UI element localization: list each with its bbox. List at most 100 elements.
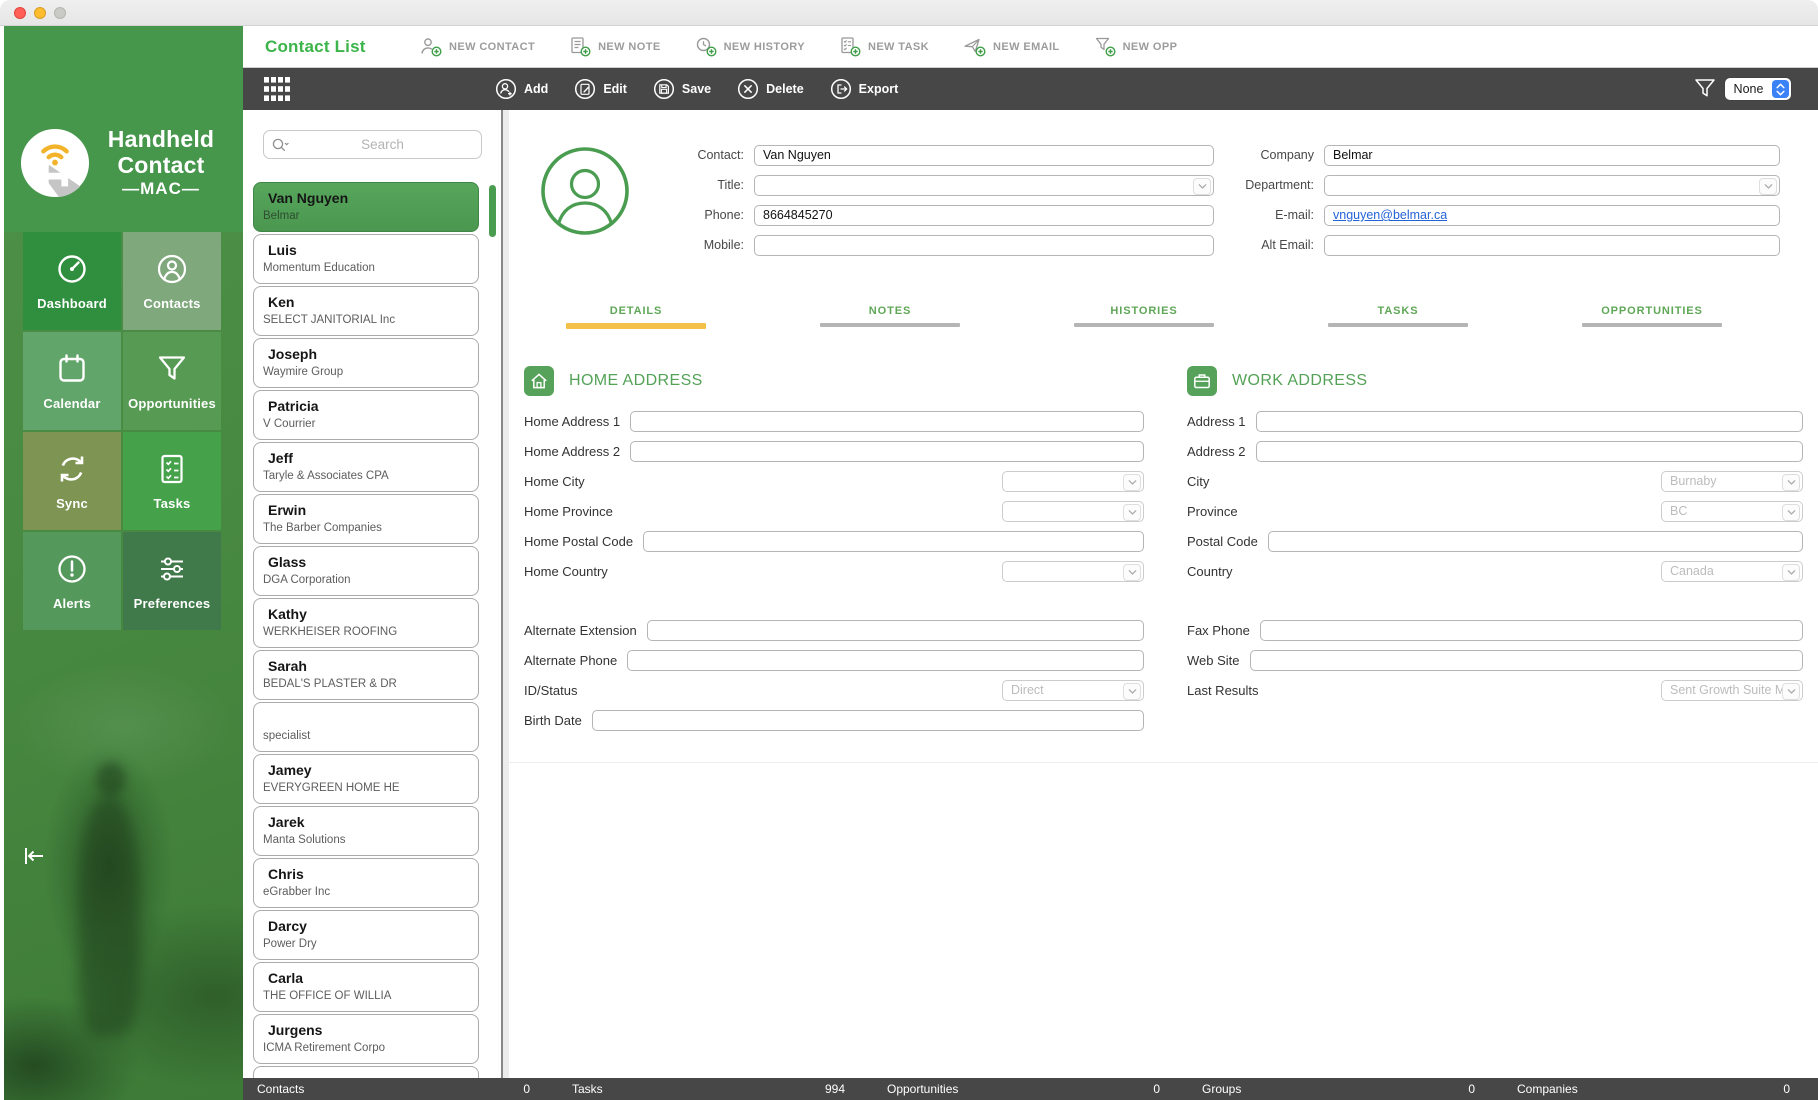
list-item-patricia[interactable]: Patricia V Courrier [253,390,479,440]
list-item-van-nguyen[interactable]: Van Nguyen Belmar [253,182,479,232]
sidebar-item-preferences[interactable]: Preferences [123,532,221,630]
contact-name: Erwin [268,502,307,518]
fax-phone-field[interactable] [1259,619,1803,641]
combo-dropdown-button[interactable] [1782,473,1800,491]
combo-dropdown-button[interactable] [1782,503,1800,521]
department-field[interactable] [1324,174,1780,196]
tab-opportunities[interactable]: OPPORTUNITIES [1525,305,1779,329]
combo-dropdown-button[interactable] [1123,473,1141,491]
list-item[interactable]: specialist [253,702,479,752]
export-button[interactable]: Export [830,78,898,100]
combo-dropdown-button[interactable] [1123,503,1141,521]
list-item-partial[interactable] [253,1066,479,1078]
list-item-chris[interactable]: Chris eGrabber Inc [253,858,479,908]
tab-details[interactable]: DETAILS [509,305,763,329]
new-email-button[interactable]: NEW EMAIL [963,37,1060,57]
home-country-combobox[interactable] [1002,560,1144,582]
contact-company: V Courrier [263,418,316,430]
list-item-sarah[interactable]: Sarah BEDAL'S PLASTER & DR [253,650,479,700]
home-address-2-field[interactable] [630,440,1144,462]
person-add-icon [495,78,517,100]
combo-dropdown-button[interactable] [1759,177,1777,195]
search-input[interactable] [291,136,474,153]
contact-field[interactable]: Van Nguyen [754,144,1214,166]
new-note-button[interactable]: NEW NOTE [569,36,660,57]
list-item-jarek[interactable]: Jarek Manta Solutions [253,806,479,856]
alternate-phone-field[interactable] [627,649,1144,671]
grid-view-button[interactable] [264,77,290,101]
list-item-kathy[interactable]: Kathy WERKHEISER ROOFING [253,598,479,648]
add-button[interactable]: Add [495,78,548,100]
field-label: Address 2 [1187,443,1246,459]
identity-left-column: Contact: Van Nguyen Title: Phone: 8664845270… [580,144,1214,264]
postal-code-field[interactable] [1267,530,1803,552]
combo-dropdown-button[interactable] [1782,682,1800,700]
status-label: Tasks [572,1082,603,1096]
tab-histories[interactable]: HISTORIES [1017,305,1271,329]
new-task-button[interactable]: NEW TASK [839,36,929,57]
list-item-jurgens[interactable]: Jurgens ICMA Retirement Corpo [253,1014,479,1064]
sidebar-item-calendar[interactable]: Calendar [23,332,121,430]
title-field[interactable] [754,174,1214,196]
new-contact-button[interactable]: NEW CONTACT [420,37,535,57]
section-title: HOME ADDRESS [569,372,703,389]
new-opp-button[interactable]: NEW OPP [1094,37,1178,57]
search-box[interactable] [263,130,482,159]
edit-button[interactable]: Edit [574,78,627,100]
list-item-joseph[interactable]: Joseph Waymire Group [253,338,479,388]
birth-date-field[interactable] [591,709,1144,731]
list-item-jamey[interactable]: Jamey EVERYGREEN HOME HE [253,754,479,804]
web-site-field[interactable] [1249,649,1803,671]
close-window-button[interactable] [14,7,26,19]
tab-underline [820,323,960,327]
list-item-darcy[interactable]: Darcy Power Dry [253,910,479,960]
contact-name: Glass [268,554,307,570]
background-photo-figure [78,796,140,1036]
alt-email-field[interactable] [1324,234,1780,256]
country-combobox[interactable]: Canada [1661,560,1803,582]
combo-dropdown-button[interactable] [1123,563,1141,581]
city-combobox[interactable]: Burnaby [1661,470,1803,492]
zoom-window-button[interactable] [54,7,66,19]
home-postal-code-field[interactable] [643,530,1144,552]
email-link[interactable]: vnguyen@belmar.ca [1333,208,1447,222]
home-province-combobox[interactable] [1002,500,1144,522]
phone-field[interactable]: 8664845270 [754,204,1214,226]
last-results-combobox[interactable]: Sent Growth Suite M [1661,679,1803,701]
home-city-combobox[interactable] [1002,470,1144,492]
list-item-jeff[interactable]: Jeff Taryle & Associates CPA [253,442,479,492]
list-item-ken[interactable]: Ken SELECT JANITORIAL Inc [253,286,479,336]
e-mail-field[interactable]: vnguyen@belmar.ca [1324,204,1780,226]
sidebar-item-sync[interactable]: Sync [23,432,121,530]
collapse-sidebar-button[interactable] [22,845,46,867]
form-row: City Burnaby [1187,470,1803,492]
tab-notes[interactable]: NOTES [763,305,1017,329]
alternate-extension-field[interactable] [646,619,1144,641]
save-button[interactable]: Save [653,78,711,100]
address-2-field[interactable] [1255,440,1803,462]
minimize-window-button[interactable] [34,7,46,19]
address-1-field[interactable] [1255,410,1803,432]
list-item-glass[interactable]: Glass DGA Corporation [253,546,479,596]
home-address-1-field[interactable] [630,410,1144,432]
delete-button[interactable]: Delete [737,78,804,100]
combo-dropdown-button[interactable] [1123,682,1141,700]
sidebar-item-dashboard[interactable]: Dashboard [23,232,121,330]
tab-tasks[interactable]: TASKS [1271,305,1525,329]
sidebar-item-alerts[interactable]: Alerts [23,532,121,630]
sidebar-item-tasks[interactable]: Tasks [123,432,221,530]
mobile-field[interactable] [754,234,1214,256]
list-item-luis[interactable]: Luis Momentum Education [253,234,479,284]
combo-dropdown-button[interactable] [1782,563,1800,581]
new-history-button[interactable]: NEW HISTORY [695,37,805,57]
list-item-carla[interactable]: Carla THE OFFICE OF WILLIA [253,962,479,1012]
company-field[interactable]: Belmar [1324,144,1780,166]
sidebar-item-opportunities[interactable]: Opportunities [123,332,221,430]
list-scrollbar-thumb[interactable] [489,185,496,237]
sidebar-item-contacts[interactable]: Contacts [123,232,221,330]
province-combobox[interactable]: BC [1661,500,1803,522]
list-item-erwin[interactable]: Erwin The Barber Companies [253,494,479,544]
id-status-combobox[interactable]: Direct [1002,679,1144,701]
filter-icon[interactable] [1694,78,1716,99]
filter-select[interactable]: None [1725,78,1791,100]
